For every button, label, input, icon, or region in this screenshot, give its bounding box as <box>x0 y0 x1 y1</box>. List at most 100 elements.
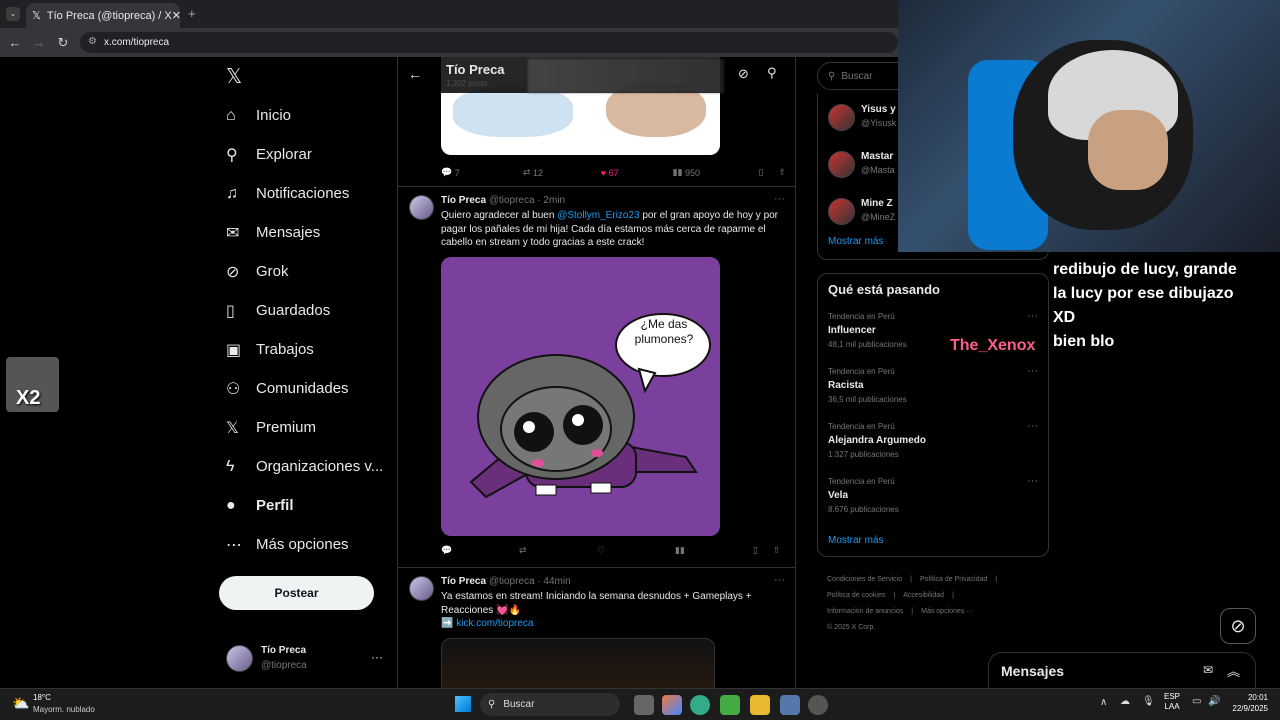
show-more-link[interactable]: Mostrar más <box>828 236 884 247</box>
footer-link[interactable]: Más opciones ··· <box>921 608 973 615</box>
views-button[interactable]: ▮▮ 950 <box>673 167 759 178</box>
sidebar-item-inicio[interactable]: ⌂ Inicio <box>226 96 396 135</box>
url-field[interactable]: ⚙ x.com/tiopreca <box>80 32 898 53</box>
trend-more-icon[interactable]: ··· <box>1027 365 1038 377</box>
tab-list-button[interactable]: ⌄ <box>6 7 20 21</box>
trend-more-icon[interactable]: ··· <box>1027 310 1038 322</box>
obs-icon[interactable] <box>808 695 828 715</box>
trend-more-icon[interactable]: ··· <box>1027 475 1038 487</box>
weather-desc[interactable]: Mayorm. nublado <box>33 705 95 714</box>
back-arrow-icon[interactable]: ← <box>408 66 422 82</box>
network-icon[interactable]: ▭ <box>1192 696 1201 707</box>
link-card-image[interactable] <box>441 638 715 688</box>
chevron-up-icon[interactable]: ∧ <box>1100 697 1107 708</box>
file-explorer-icon[interactable] <box>750 695 770 715</box>
forward-arrow-icon[interactable]: → <box>30 35 48 50</box>
new-tab-button[interactable]: + <box>188 6 196 21</box>
like-button[interactable]: ♥ 67 <box>601 168 673 178</box>
tweet-time[interactable]: · 44min <box>537 576 570 587</box>
tweet-more-icon[interactable]: ··· <box>774 193 785 205</box>
tweet-author-name[interactable]: Tío Preca <box>441 576 486 587</box>
webcam-overlay <box>898 0 1280 252</box>
taskbar-search[interactable]: ⚲ Buscar <box>480 693 620 716</box>
grok-icon[interactable]: ⊘ <box>738 66 749 82</box>
grok-floating-icon[interactable]: ⊘ <box>1220 608 1256 644</box>
post-button[interactable]: Postear <box>219 576 374 610</box>
sidebar-item-mensajes[interactable]: ✉ Mensajes <box>226 213 396 252</box>
share-icon[interactable]: ⇧ <box>773 545 781 556</box>
reply-button[interactable]: 💬 7 <box>441 167 523 178</box>
suggestion-row[interactable]: Mastar @Masta <box>828 149 908 196</box>
bookmark-icon[interactable]: ▯ <box>753 545 773 556</box>
share-icon[interactable]: ⇧ <box>778 167 786 178</box>
tweet-actions: 💬 7 ⇄ 12 ♥ 67 ▮▮ 950 ▯ ⇧ <box>441 167 786 178</box>
like-button[interactable]: ♡ <box>597 545 675 556</box>
windows-start-icon[interactable] <box>455 696 471 712</box>
search-icon[interactable]: ⚲ <box>767 65 777 81</box>
sidebar-item-grok[interactable]: ⊘ Grok <box>226 252 396 291</box>
suggestion-row[interactable]: Yisus y l @Yisusk <box>828 102 908 149</box>
trend-item[interactable]: Tendencia en Perú Racista 36,5 mil publica… <box>818 365 1048 420</box>
site-info-icon[interactable]: ⚙ <box>88 36 97 47</box>
minecraft-icon[interactable] <box>720 695 740 715</box>
task-view-icon[interactable] <box>634 695 654 715</box>
browser-tab[interactable]: 𝕏 Tío Preca (@tiopreca) / X ✕ <box>26 3 180 28</box>
repost-button[interactable]: ⇄ 12 <box>523 167 601 178</box>
reply-button[interactable]: 💬 <box>441 545 519 556</box>
views-button[interactable]: ▮▮ <box>675 545 753 556</box>
sidebar-item-organizaciones-v[interactable]: ϟ Organizaciones v... <box>226 447 396 486</box>
reload-icon[interactable]: ↻ <box>54 35 72 51</box>
tweet-author-name[interactable]: Tío Preca <box>441 195 486 206</box>
trend-name: Racista <box>828 380 864 391</box>
trend-item[interactable]: Tendencia en Perú Alejandra Argumedo 1.327… <box>818 420 1048 475</box>
account-switcher[interactable]: Tío Preca @tiopreca ··· <box>226 644 386 674</box>
bookmark-icon[interactable]: ▯ <box>759 167 779 178</box>
tweet-author-handle[interactable]: @tiopreca <box>489 576 535 587</box>
tweet-image[interactable]: ¿Me das plumones? <box>441 257 720 536</box>
kick-link[interactable]: kick.com/tiopreca <box>456 618 533 629</box>
trend-more-icon[interactable]: ··· <box>1027 420 1038 432</box>
sidebar-item-explorar[interactable]: ⚲ Explorar <box>226 135 396 174</box>
footer-link[interactable]: Condiciones de Servicio <box>827 576 902 583</box>
close-tab-icon[interactable]: ✕ <box>172 9 180 22</box>
footer-link[interactable]: Accesibilidad <box>903 592 944 599</box>
language-indicator[interactable]: ESP LAA <box>1164 692 1180 712</box>
messages-drawer[interactable]: Mensajes ✉ ︽ <box>988 652 1256 688</box>
chrome-icon[interactable] <box>690 695 710 715</box>
clock[interactable]: 20:01 22/9/2025 <box>1228 692 1268 714</box>
volume-icon[interactable]: 🔊 <box>1208 696 1220 707</box>
sidebar-item-perfil[interactable]: ● Perfil <box>226 486 396 525</box>
sidebar-item-notificaciones[interactable]: ♫ Notificaciones <box>226 174 396 213</box>
account-more-icon[interactable]: ··· <box>371 650 383 664</box>
microphone-icon[interactable]: 🎙 <box>1142 696 1155 707</box>
footer-link[interactable]: Política de cookies <box>827 592 885 599</box>
sidebar-item-trabajos[interactable]: ▣ Trabajos <box>226 330 396 369</box>
footer-link[interactable]: © 2025 X Corp. <box>827 624 875 631</box>
sidebar-item-guardados[interactable]: ▯ Guardados <box>226 291 396 330</box>
footer-link[interactable]: Política de Privacidad <box>920 576 987 583</box>
back-arrow-icon[interactable]: ← <box>6 35 24 50</box>
store-icon[interactable] <box>780 695 800 715</box>
tweet[interactable]: Tío Preca @tiopreca · 44min ··· Ya estam… <box>398 568 795 688</box>
weather-temp[interactable]: 18°C <box>33 693 51 702</box>
tweet[interactable]: Tío Preca @tiopreca · 2min ··· Quiero ag… <box>398 187 795 567</box>
onedrive-icon[interactable]: ☁ <box>1120 696 1130 707</box>
sidebar-item-premium[interactable]: 𝕏 Premium <box>226 408 396 447</box>
footer-link[interactable]: Información de anuncios <box>827 608 903 615</box>
chevron-up-icon[interactable]: ︽ <box>1227 661 1240 680</box>
suggestion-list: Yisus y l @Yisusk Mastar @Masta Mine Z @MineZ <box>828 102 908 243</box>
trend-item[interactable]: Tendencia en Perú Vela 8.676 publicaciones… <box>818 475 1048 530</box>
tweet-more-icon[interactable]: ··· <box>774 574 785 586</box>
weather-icon[interactable]: ⛅ <box>12 695 29 712</box>
repost-button[interactable]: ⇄ <box>519 545 597 556</box>
show-more-link[interactable]: Mostrar más <box>828 535 884 546</box>
sidebar-item-más-opciones[interactable]: ⋯ Más opciones <box>226 525 396 564</box>
tweet-author-handle[interactable]: @tiopreca <box>489 195 535 206</box>
x-logo-icon[interactable]: 𝕏 <box>226 64 242 89</box>
bookmark-icon: ▯ <box>226 302 235 320</box>
new-message-icon[interactable]: ✉ <box>1203 663 1213 677</box>
copilot-icon[interactable] <box>662 695 682 715</box>
mention-link[interactable]: @Stollym_Erizo23 <box>557 210 639 221</box>
sidebar-item-comunidades[interactable]: ⚇ Comunidades <box>226 369 396 408</box>
tweet-time[interactable]: · 2min <box>537 195 565 206</box>
